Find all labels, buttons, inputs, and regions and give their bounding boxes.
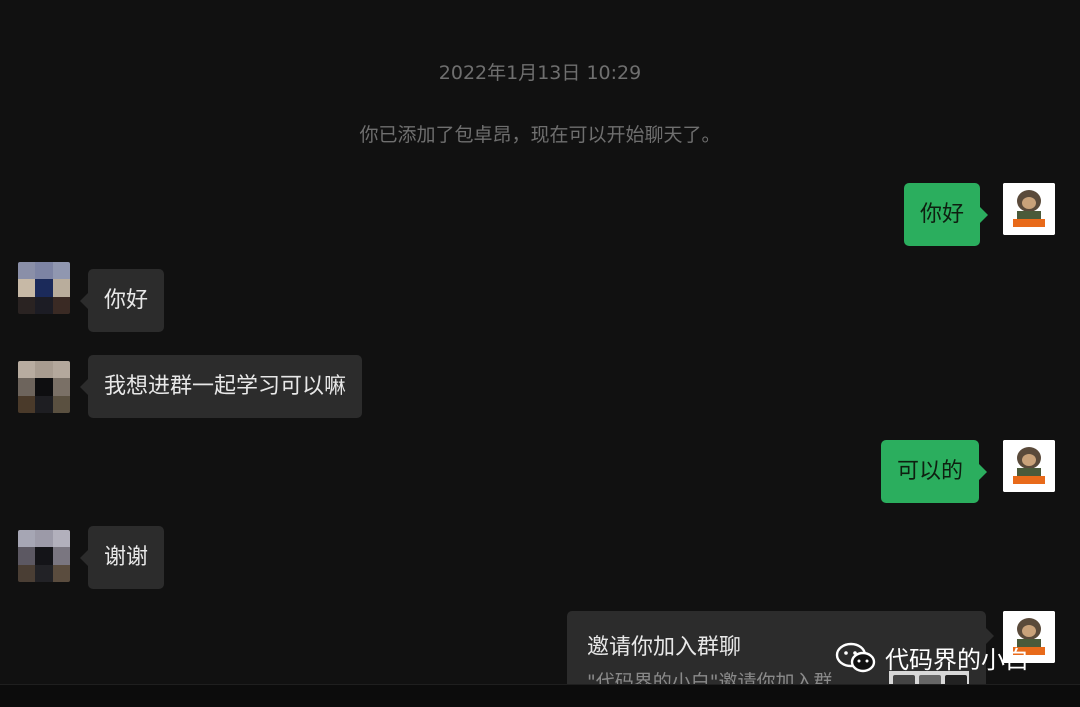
my-avatar[interactable] [1003,183,1055,235]
contact-avatar[interactable] [18,262,70,314]
chat-window: 2022年1月13日 10:29 你已添加了包卓昂，现在可以开始聊天了。 你好 … [0,0,1080,684]
monkey-avatar-icon [1003,440,1055,492]
footer-divider [0,684,1080,707]
monkey-avatar-icon [1003,183,1055,235]
account-watermark: 代码界的小白 [835,640,1029,675]
message-bubble-incoming[interactable]: 你好 [79,269,165,332]
invite-card-title: 邀请你加入群聊 [587,635,742,660]
message-bubble-incoming[interactable]: 谢谢 [79,526,165,589]
contact-avatar[interactable] [18,361,70,413]
message-bubble-outgoing[interactable]: 可以的 [881,440,988,503]
chat-timestamp: 2022年1月13日 10:29 [438,62,642,84]
system-message: 你已添加了包卓昂，现在可以开始聊天了。 [359,124,721,146]
wechat-icon [835,642,876,672]
pixelated-avatar-image [18,262,70,314]
message-bubble-outgoing[interactable]: 你好 [904,183,989,246]
invite-card-subtitle: "代码界的小白"邀请你加入群 [587,671,833,684]
contact-avatar[interactable] [18,530,70,582]
pixelated-avatar-image [18,530,70,582]
message-bubble-incoming[interactable]: 我想进群一起学习可以嘛 [79,355,363,418]
pixelated-avatar-image [18,361,70,413]
watermark-text: 代码界的小白 [885,646,1029,674]
my-avatar[interactable] [1003,440,1055,492]
